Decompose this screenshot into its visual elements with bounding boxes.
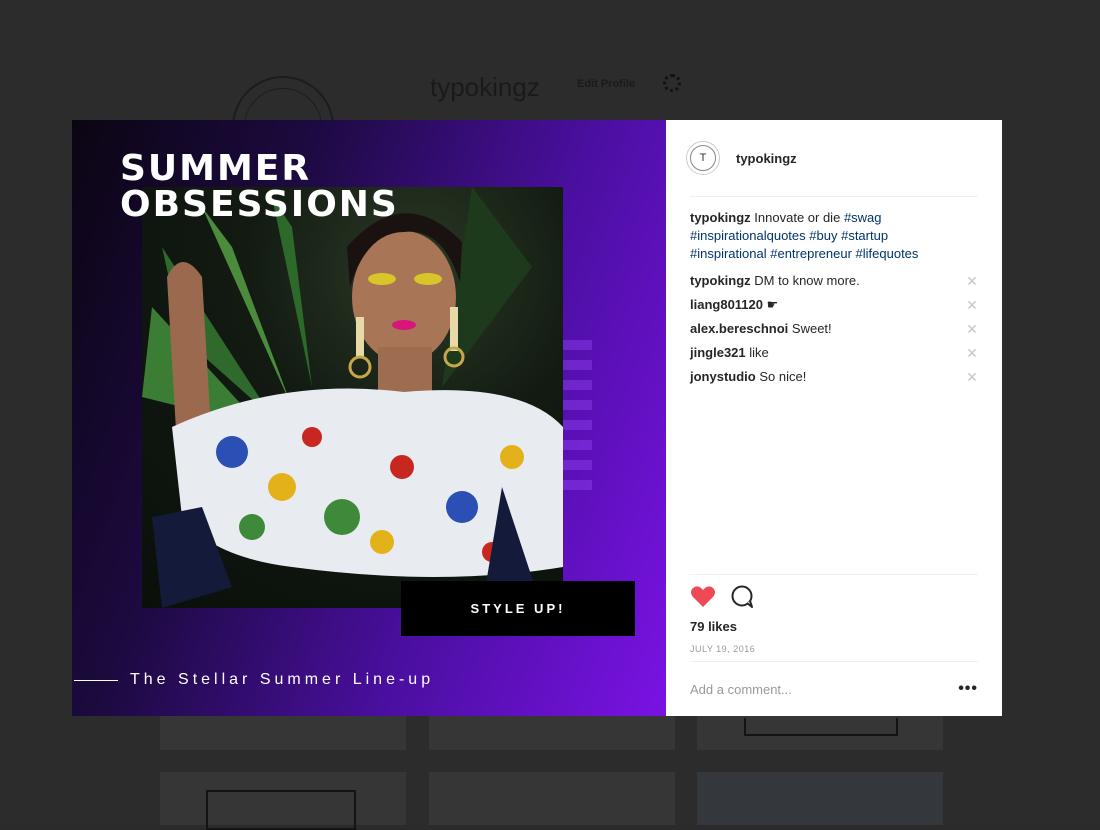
- background-frame: [206, 790, 356, 830]
- post-actions: 79 likes JULY 19, 2016: [690, 574, 978, 662]
- style-up-banner: STYLE UP!: [401, 581, 635, 636]
- avatar[interactable]: T: [686, 141, 720, 175]
- comment-row: jingle321 like ✕: [690, 341, 978, 365]
- hashtag[interactable]: #entrepreneur: [770, 246, 852, 261]
- add-comment-input[interactable]: [690, 682, 930, 697]
- hashtag[interactable]: #inspirationalquotes: [690, 228, 806, 243]
- hashtag[interactable]: #startup: [841, 228, 888, 243]
- add-comment-bar: •••: [690, 661, 978, 716]
- comments-list: typokingz Innovate or die #swag #inspira…: [666, 197, 1002, 389]
- post-details-panel: T typokingz typokingz Innovate or die #s…: [666, 120, 1002, 716]
- background-post-tile[interactable]: [697, 772, 943, 825]
- post-username[interactable]: typokingz: [736, 151, 797, 166]
- post-header: T typokingz: [690, 120, 978, 197]
- post-date: JULY 19, 2016: [690, 644, 978, 654]
- comment-text: Sweet!: [792, 321, 832, 336]
- heart-icon[interactable]: [690, 585, 716, 609]
- background-post-tile[interactable]: [429, 716, 675, 750]
- comment-text: like: [749, 345, 769, 360]
- close-icon[interactable]: ✕: [966, 320, 978, 338]
- comment-row: liang801120 ☛ ✕: [690, 293, 978, 317]
- close-icon[interactable]: ✕: [966, 272, 978, 290]
- comment-username[interactable]: alex.bereschnoi: [690, 321, 788, 336]
- background-post-tile[interactable]: [160, 716, 406, 750]
- likes-count[interactable]: 79 likes: [690, 619, 978, 634]
- comment-username[interactable]: typokingz: [690, 273, 751, 288]
- hashtag[interactable]: #lifequotes: [856, 246, 919, 261]
- hashtag[interactable]: #inspirational: [690, 246, 767, 261]
- hashtag[interactable]: #swag: [844, 210, 882, 225]
- comment-text: So nice!: [759, 369, 806, 384]
- caption-username[interactable]: typokingz: [690, 210, 751, 225]
- close-icon[interactable]: ✕: [966, 368, 978, 386]
- decorative-stripes: [562, 340, 592, 500]
- more-options-icon[interactable]: •••: [958, 680, 978, 698]
- close-icon[interactable]: ✕: [966, 344, 978, 362]
- post-modal: SUMMER OBSESSIONS STYLE UP! The Stellar …: [72, 120, 1002, 716]
- close-icon[interactable]: ✕: [966, 296, 978, 314]
- background-username: typokingz: [430, 72, 540, 103]
- post-image[interactable]: SUMMER OBSESSIONS STYLE UP! The Stellar …: [72, 120, 666, 716]
- edit-profile-button[interactable]: Edit Profile: [577, 78, 635, 90]
- headline-line-1: SUMMER: [120, 150, 311, 188]
- caption-text: Innovate or die: [754, 210, 840, 225]
- comment-text: DM to know more.: [754, 273, 859, 288]
- background-frame: [744, 718, 898, 736]
- tagline-rule: [74, 680, 118, 681]
- comment-username[interactable]: jonystudio: [690, 369, 756, 384]
- comment-username[interactable]: jingle321: [690, 345, 746, 360]
- model-photo: [142, 187, 563, 608]
- gear-icon[interactable]: [663, 74, 681, 92]
- comment-row: jonystudio So nice! ✕: [690, 365, 978, 389]
- comment-icon[interactable]: [730, 585, 754, 609]
- comment-username[interactable]: liang801120: [690, 297, 763, 312]
- comment-row: alex.bereschnoi Sweet! ✕: [690, 317, 978, 341]
- comment-row: typokingz DM to know more. ✕: [690, 269, 978, 293]
- comment-text: ☛: [767, 297, 779, 312]
- hashtag[interactable]: #buy: [809, 228, 837, 243]
- background-post-tile[interactable]: [429, 772, 675, 825]
- post-caption: typokingz Innovate or die #swag #inspira…: [690, 209, 978, 263]
- headline-line-2: OBSESSIONS: [120, 186, 399, 224]
- tagline: The Stellar Summer Line-up: [130, 671, 434, 689]
